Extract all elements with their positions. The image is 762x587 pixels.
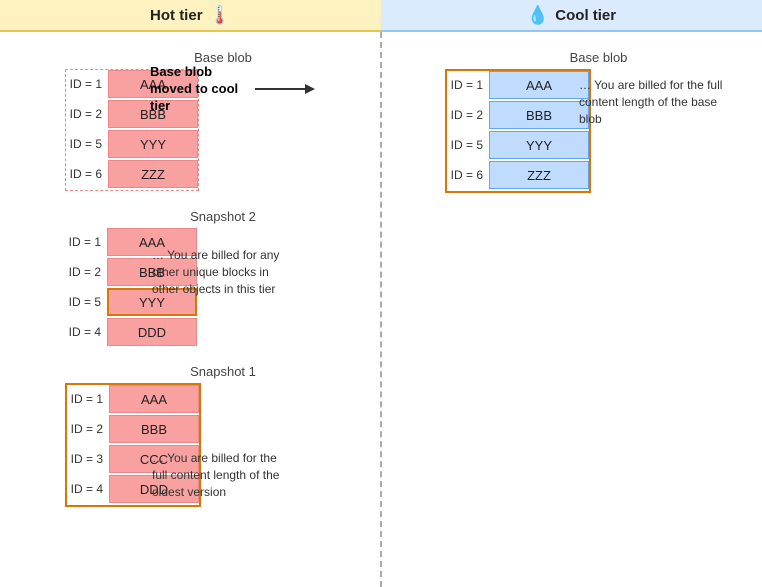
cool-note: … You are billed for the full content le… <box>579 77 724 127</box>
table-row: ID = 6 ZZZ <box>66 160 198 188</box>
table-row: ID = 2 BBB <box>67 415 199 443</box>
arrow-label: Base blob moved to cool tier <box>150 64 255 115</box>
hot-tier-label: Hot tier <box>150 7 203 24</box>
hot-tier-icon: 🌡️ <box>209 5 231 26</box>
hot-tier-header: Hot tier 🌡️ <box>0 0 381 32</box>
snapshot2-note: … You are billed for any other unique bl… <box>152 247 287 297</box>
arrow-icon <box>255 79 315 99</box>
cool-base-blob-title: Base blob <box>445 50 752 65</box>
table-row: ID = 2 BBB <box>447 101 589 129</box>
table-row: ID = 1 AAA <box>67 385 199 413</box>
snapshot1-note: … You are billed for the full content le… <box>152 450 292 500</box>
cool-tier-label: Cool tier <box>555 7 616 24</box>
table-row: ID = 6 ZZZ <box>447 161 589 189</box>
cool-tier-header: 💧 Cool tier <box>381 0 762 32</box>
table-row: ID = 4 DDD <box>65 318 371 346</box>
cool-base-blob-group: Base blob ID = 1 AAA ID = 2 BBB ID = 5 Y… <box>401 50 752 193</box>
cool-tier-icon: 💧 <box>527 5 549 26</box>
table-row: ID = 5 YYY <box>66 130 198 158</box>
hot-snapshot2-title: Snapshot 2 <box>75 209 371 224</box>
hot-snapshot1-title: Snapshot 1 <box>75 364 371 379</box>
cool-side: Base blob ID = 1 AAA ID = 2 BBB ID = 5 Y… <box>381 32 762 587</box>
table-row: ID = 1 AAA <box>447 71 589 99</box>
arrow-area: Base blob moved to cool tier <box>150 64 315 115</box>
hot-base-blob-title: Base blob <box>75 50 371 65</box>
hot-side: Base blob ID = 1 AAA ID = 2 BBB ID = 5 Y… <box>0 32 381 587</box>
table-row: ID = 5 YYY <box>447 131 589 159</box>
divider <box>380 32 382 587</box>
